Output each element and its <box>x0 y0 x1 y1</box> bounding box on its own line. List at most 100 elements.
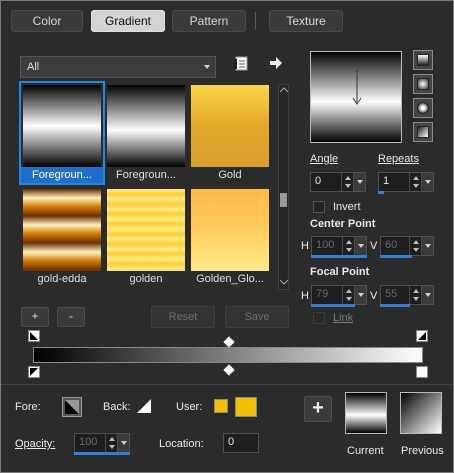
repeats-spinner[interactable]: 1 <box>378 172 434 194</box>
center-v-stepper[interactable] <box>409 237 421 255</box>
gradient-swatch <box>23 189 101 271</box>
gradient-item[interactable]: Foregroun... <box>105 83 187 183</box>
tab-color[interactable]: Color <box>11 10 83 32</box>
category-dropdown[interactable]: All <box>20 56 216 78</box>
opacity-value: 100 <box>79 436 98 448</box>
angle-spinner[interactable]: 0 <box>310 172 366 192</box>
focal-v-dropdown[interactable] <box>421 286 433 304</box>
gradient-dialog: Color Gradient Pattern Texture All Foreg… <box>0 0 454 473</box>
center-point-label: Center Point <box>310 218 376 230</box>
fore-color-icon[interactable] <box>62 397 82 417</box>
add-gradient-button[interactable]: + <box>21 307 49 327</box>
opacity-stepper[interactable] <box>105 434 117 452</box>
gradient-list-scrollbar[interactable] <box>278 84 289 290</box>
gradient-swatch <box>107 85 185 167</box>
gradient-item[interactable]: Gold <box>189 83 271 183</box>
gradient-angle-handle[interactable] <box>349 68 365 108</box>
user-label: User: <box>176 401 203 413</box>
back-stop-bottom-icon[interactable] <box>416 366 428 378</box>
focal-v-spinner[interactable]: 55 <box>380 285 434 307</box>
focal-h-label: H <box>301 290 309 302</box>
location-field[interactable]: 0 <box>223 433 259 453</box>
gradient-item-label: golden <box>129 273 163 285</box>
gradient-item-label: gold-edda <box>37 273 87 285</box>
invert-checkbox[interactable] <box>313 201 325 213</box>
focal-h-value: 79 <box>316 288 329 300</box>
focal-v-level-bar <box>380 304 410 307</box>
center-v-dropdown[interactable] <box>421 237 433 255</box>
gradient-bar[interactable] <box>33 347 423 363</box>
gradient-swatch <box>107 189 185 271</box>
focal-h-spinner[interactable]: 79 <box>311 285 367 307</box>
repeats-dropdown[interactable] <box>421 173 433 191</box>
gradient-item[interactable]: golden <box>105 187 187 287</box>
link-checkbox[interactable] <box>313 312 325 324</box>
divider <box>1 384 453 385</box>
center-v-label: V <box>370 240 378 252</box>
radial-style-icon[interactable] <box>413 98 433 118</box>
tab-gradient[interactable]: Gradient <box>91 10 165 32</box>
save-button[interactable]: Save <box>225 306 289 328</box>
center-h-label: H <box>301 240 309 252</box>
link-label: Link <box>333 312 354 324</box>
previous-gradient-swatch[interactable] <box>400 392 442 434</box>
user-color-small-swatch[interactable] <box>214 399 228 413</box>
angle-stepper[interactable] <box>341 173 353 191</box>
fore-stop-top-icon[interactable] <box>28 330 40 342</box>
center-v-level-bar <box>380 255 412 258</box>
focal-h-dropdown[interactable] <box>354 286 366 304</box>
gradient-item[interactable]: Foregroun... <box>19 81 105 185</box>
gradient-item-label: Gold <box>218 169 242 181</box>
resource-manager-icon[interactable] <box>233 55 249 71</box>
opacity-midpoint-marker[interactable] <box>223 336 235 348</box>
current-gradient-swatch[interactable] <box>345 392 387 434</box>
gradient-item[interactable]: gold-edda <box>21 187 103 287</box>
focal-v-value: 55 <box>385 288 398 300</box>
category-dropdown-value: All <box>27 61 40 73</box>
gradient-preview[interactable] <box>310 51 402 143</box>
scroll-up-icon[interactable] <box>280 87 288 93</box>
invert-label: Invert <box>333 201 361 213</box>
remove-gradient-button[interactable]: - <box>57 307 85 327</box>
repeats-stepper[interactable] <box>409 173 421 191</box>
opacity-dropdown[interactable] <box>117 434 129 452</box>
sunburst-style-icon[interactable] <box>413 122 433 142</box>
tab-pattern[interactable]: Pattern <box>172 10 246 32</box>
location-label: Location: <box>159 438 204 450</box>
center-h-spinner[interactable]: 100 <box>311 236 367 258</box>
angle-dropdown[interactable] <box>353 173 365 191</box>
center-v-value: 60 <box>385 239 398 251</box>
center-h-dropdown[interactable] <box>354 237 366 255</box>
tab-texture[interactable]: Texture <box>269 10 343 32</box>
rectangular-style-icon[interactable] <box>413 74 433 94</box>
focal-h-level-bar <box>311 304 355 307</box>
gradient-item-label: Foregroun... <box>21 167 103 183</box>
gradient-swatch <box>191 85 269 167</box>
gradient-item[interactable]: Golden_Glo... <box>189 187 271 287</box>
focal-v-stepper[interactable] <box>409 286 421 304</box>
tab-separator <box>255 12 256 30</box>
reset-button[interactable]: Reset <box>151 306 215 328</box>
gradient-item-label: Foregroun... <box>116 169 176 181</box>
arrow-right-icon[interactable] <box>269 56 283 70</box>
scroll-down-icon[interactable] <box>280 279 288 285</box>
fore-stop-bottom-icon[interactable] <box>28 366 40 378</box>
focal-point-label: Focal Point <box>310 266 370 278</box>
angle-value: 0 <box>315 175 322 187</box>
scrollbar-thumb[interactable] <box>280 193 287 207</box>
opacity-level-bar <box>74 452 130 455</box>
opacity-spinner[interactable]: 100 <box>74 433 130 455</box>
color-midpoint-marker[interactable] <box>223 364 235 376</box>
center-v-spinner[interactable]: 60 <box>380 236 434 258</box>
fore-label: Fore: <box>15 401 41 413</box>
repeats-value: 1 <box>383 175 390 187</box>
back-stop-top-icon[interactable] <box>416 330 428 342</box>
center-h-stepper[interactable] <box>342 237 354 255</box>
user-color-swatch[interactable] <box>235 397 257 417</box>
linear-style-icon[interactable] <box>413 50 433 70</box>
add-to-user-button[interactable]: + <box>304 396 332 422</box>
back-color-icon[interactable] <box>135 397 153 415</box>
focal-h-stepper[interactable] <box>342 286 354 304</box>
center-h-value: 100 <box>316 239 335 251</box>
repeats-level-bar <box>378 191 384 194</box>
